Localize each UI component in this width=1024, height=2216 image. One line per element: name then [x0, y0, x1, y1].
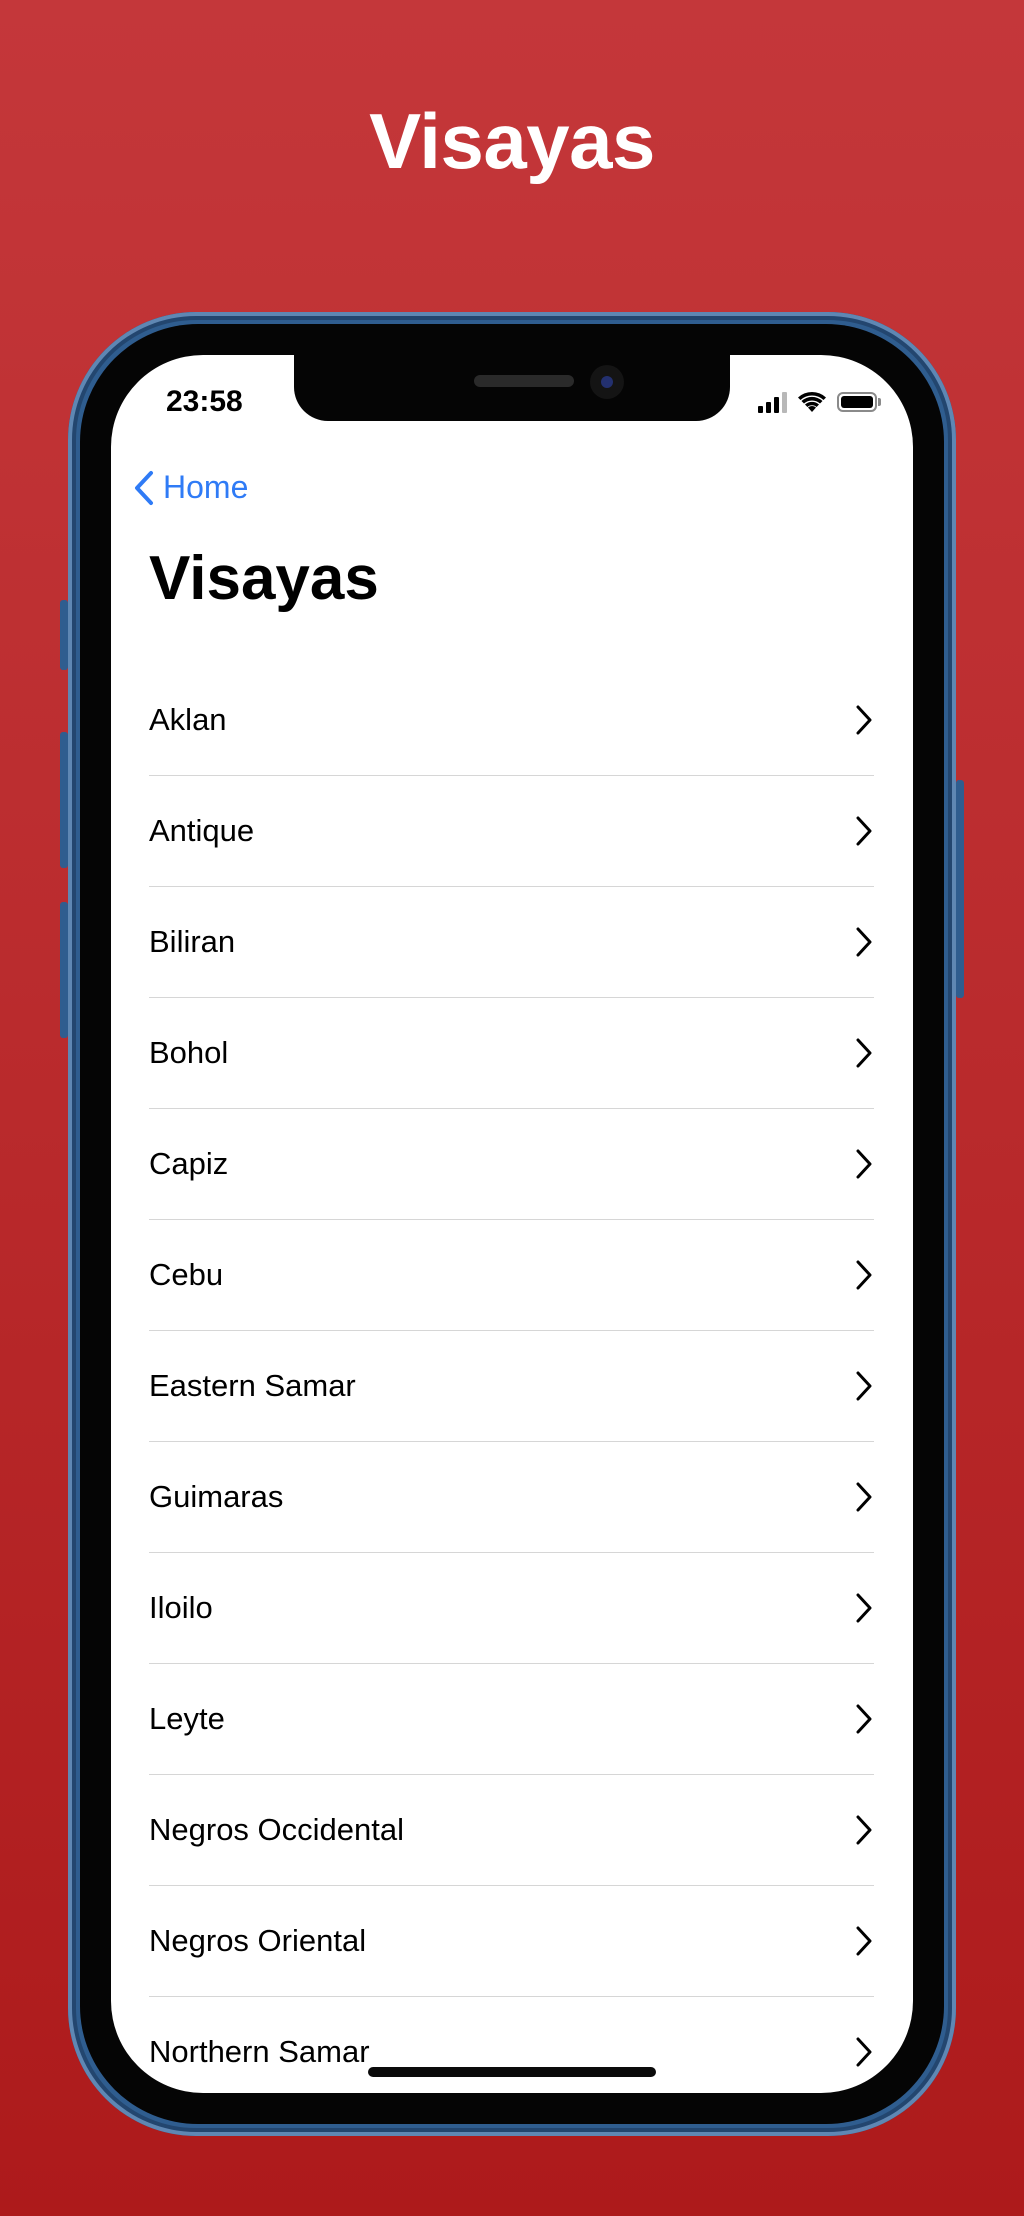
status-icons — [758, 391, 881, 413]
front-camera-icon — [590, 365, 624, 399]
list-item-label: Cebu — [149, 1257, 224, 1292]
chevron-right-icon — [856, 1260, 872, 1290]
chevron-right-icon — [856, 816, 872, 846]
page-title: Visayas — [149, 544, 379, 613]
list-item[interactable]: Cebu — [149, 1219, 874, 1330]
list-item[interactable]: Negros Occidental — [149, 1774, 874, 1885]
list-item[interactable]: Northern Samar — [149, 1996, 874, 2093]
list-item-label: Leyte — [149, 1701, 225, 1736]
list-item-label: Northern Samar — [149, 2034, 370, 2069]
home-indicator[interactable] — [368, 2067, 656, 2077]
list-item-label: Guimaras — [149, 1479, 284, 1514]
chevron-right-icon — [856, 2037, 872, 2067]
battery-icon — [837, 392, 881, 412]
province-list: Aklan Antique Biliran Bohol Capiz Cebu E… — [149, 665, 874, 2093]
list-item[interactable]: Bohol — [149, 997, 874, 1108]
back-button-label: Home — [163, 469, 249, 505]
chevron-right-icon — [856, 1704, 872, 1734]
chevron-right-icon — [856, 1926, 872, 1956]
list-item[interactable]: Eastern Samar — [149, 1330, 874, 1441]
list-item[interactable]: Antique — [149, 775, 874, 886]
chevron-right-icon — [856, 1482, 872, 1512]
list-item-label: Iloilo — [149, 1590, 213, 1625]
list-item-label: Aklan — [149, 702, 227, 737]
phone-mute-switch — [60, 600, 68, 670]
phone-volume-down-button — [60, 902, 68, 1038]
list-item[interactable]: Leyte — [149, 1663, 874, 1774]
list-item-label: Negros Occidental — [149, 1812, 405, 1847]
cellular-signal-icon — [758, 391, 787, 413]
back-button[interactable]: Home — [133, 469, 248, 506]
chevron-right-icon — [856, 1149, 872, 1179]
list-item[interactable]: Negros Oriental — [149, 1885, 874, 1996]
phone-screen: 23:58 Home Visayas Aklan Antique Biliran… — [111, 355, 913, 2093]
chevron-left-icon — [135, 470, 153, 505]
list-item-label: Biliran — [149, 924, 236, 959]
chevron-right-icon — [856, 1371, 872, 1401]
phone-power-button — [956, 780, 964, 998]
chevron-right-icon — [856, 1038, 872, 1068]
wifi-icon — [798, 391, 826, 412]
chevron-right-icon — [856, 927, 872, 957]
list-item-label: Bohol — [149, 1035, 229, 1070]
list-item-label: Antique — [149, 813, 255, 848]
list-item-label: Eastern Samar — [149, 1368, 356, 1403]
chevron-right-icon — [856, 1593, 872, 1623]
list-item[interactable]: Aklan — [149, 665, 874, 775]
list-item[interactable]: Guimaras — [149, 1441, 874, 1552]
phone-volume-up-button — [60, 732, 68, 868]
list-item-label: Negros Oriental — [149, 1923, 367, 1958]
status-time: 23:58 — [166, 385, 243, 418]
hero-title: Visayas — [369, 97, 655, 185]
list-item[interactable]: Iloilo — [149, 1552, 874, 1663]
chevron-right-icon — [856, 705, 872, 735]
chevron-right-icon — [856, 1815, 872, 1845]
list-item[interactable]: Biliran — [149, 886, 874, 997]
notch — [294, 355, 730, 421]
list-item-label: Capiz — [149, 1146, 229, 1181]
list-item[interactable]: Capiz — [149, 1108, 874, 1219]
speaker-grille — [474, 375, 574, 387]
